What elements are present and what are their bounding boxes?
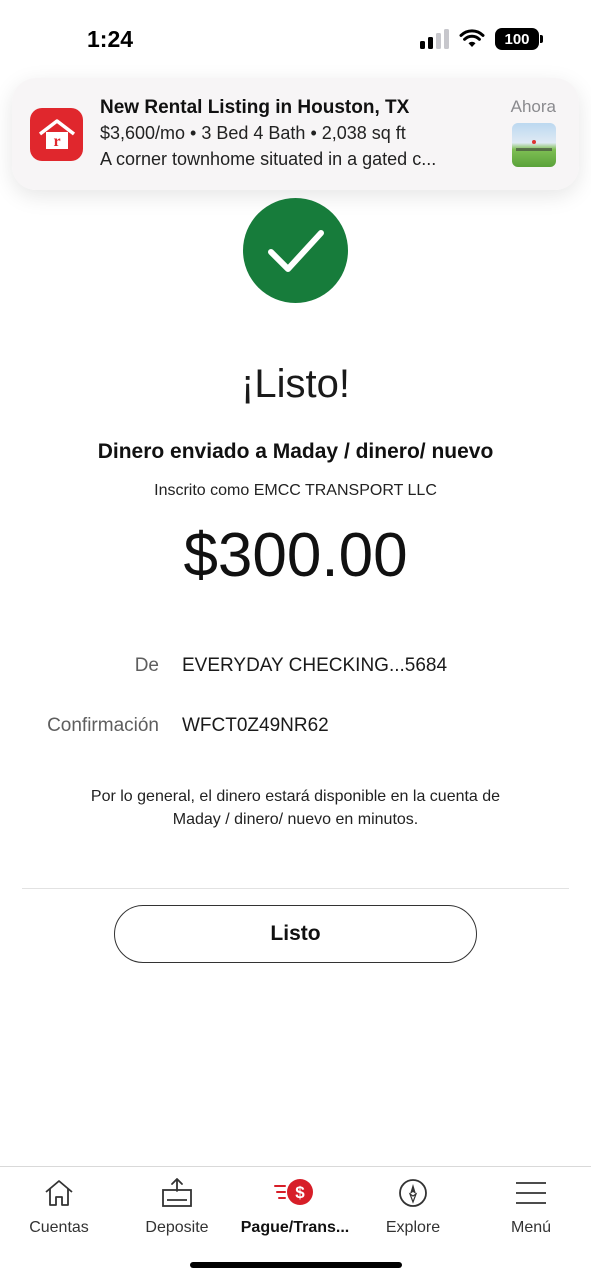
- notification-preview: A corner townhome situated in a gated c.…: [100, 149, 437, 169]
- tab-explore[interactable]: Explore: [354, 1175, 472, 1245]
- tab-menu[interactable]: Menú: [472, 1175, 590, 1245]
- done-button[interactable]: Listo: [114, 905, 477, 963]
- home-indicator[interactable]: [190, 1262, 402, 1268]
- from-account: EVERYDAY CHECKING...5684: [182, 655, 448, 676]
- success-check-icon: [243, 198, 348, 303]
- notification-time: Ahora: [510, 97, 556, 116]
- tab-label: Deposite: [145, 1219, 209, 1236]
- tab-label: Cuentas: [29, 1219, 89, 1236]
- battery-icon: 100: [495, 28, 543, 50]
- notification-title: New Rental Listing in Houston, TX: [100, 97, 410, 118]
- signal-icon: [420, 29, 449, 49]
- confirmation-number: WFCT0Z49NR62: [182, 715, 329, 736]
- from-label: De: [134, 655, 159, 676]
- svg-text:$: $: [295, 1183, 305, 1202]
- tab-label: Explore: [385, 1219, 441, 1236]
- push-notification[interactable]: r New Rental Listing in Houston, TX $3,6…: [12, 78, 579, 190]
- transfer-amount: $300.00: [183, 521, 408, 590]
- wifi-icon: [459, 29, 485, 47]
- compass-icon: [399, 1179, 427, 1207]
- tab-label: Pague/Trans...: [240, 1219, 350, 1236]
- pay-transfer-icon: $: [274, 1179, 313, 1205]
- tab-accounts[interactable]: Cuentas: [0, 1175, 118, 1245]
- status-time: 1:24: [87, 26, 134, 52]
- status-icons: 100: [420, 28, 543, 50]
- notification-details: $3,600/mo • 3 Bed 4 Bath • 2,038 sq ft: [100, 123, 406, 143]
- home-icon: [45, 1180, 73, 1206]
- divider: [22, 888, 569, 889]
- listing-photo-thumbnail: [512, 123, 556, 167]
- tab-pay-transfer[interactable]: $ Pague/Trans...: [236, 1175, 354, 1245]
- rent-app-icon: r: [30, 108, 83, 161]
- recipient-heading: Dinero enviado a Maday / dinero/ nuevo: [97, 440, 494, 463]
- page-title: ¡Listo!: [241, 362, 350, 406]
- svg-text:r: r: [53, 133, 60, 150]
- tab-label: Menú: [510, 1219, 552, 1236]
- deposit-icon: [162, 1178, 192, 1207]
- menu-icon: [516, 1182, 546, 1204]
- confirmation-label: Confirmación: [47, 715, 159, 736]
- status-bar: 1:24 100: [0, 0, 591, 80]
- enrolled-as-text: Inscrito como EMCC TRANSPORT LLC: [154, 482, 437, 499]
- tab-deposit[interactable]: Deposite: [118, 1175, 236, 1245]
- availability-note: Por lo general, el dinero estará disponi…: [90, 788, 501, 828]
